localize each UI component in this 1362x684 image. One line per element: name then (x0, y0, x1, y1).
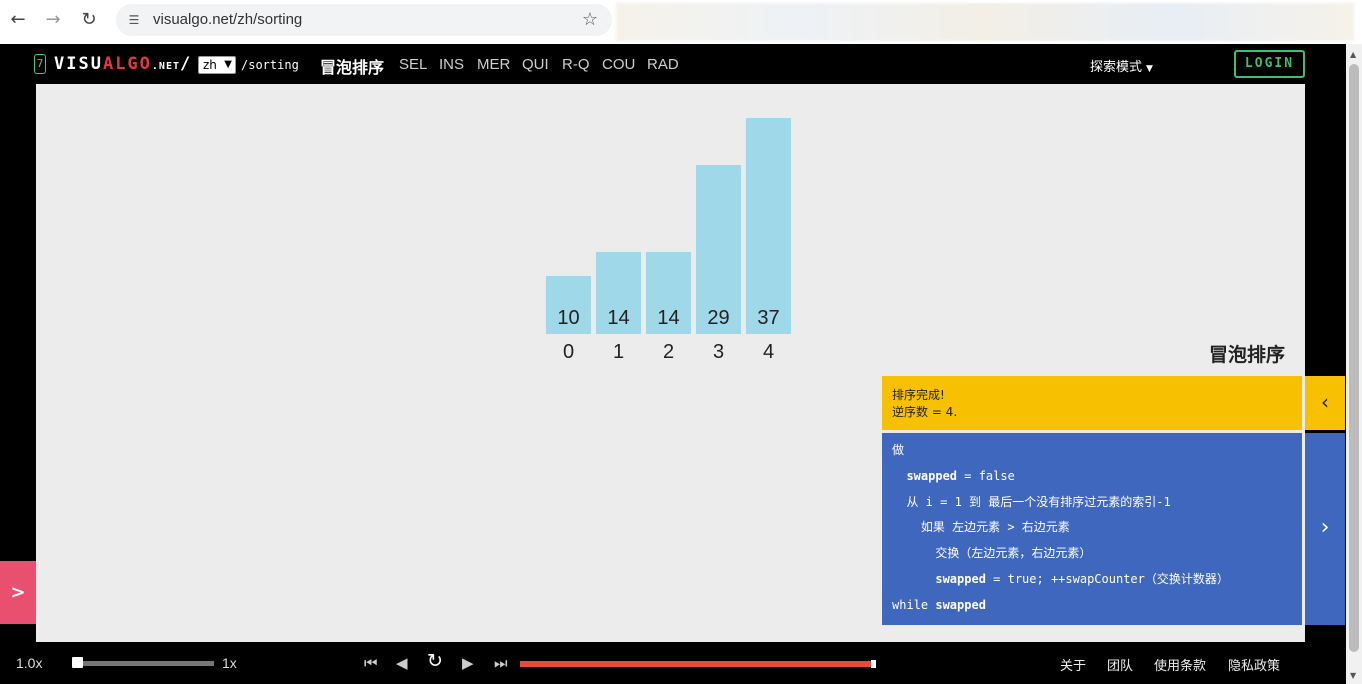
speed-value: 1.0x (16, 655, 43, 671)
page-path: /sorting (241, 58, 299, 72)
tab-qui[interactable]: QUI (522, 56, 549, 73)
scroll-down-icon[interactable]: ▼ (1350, 671, 1356, 680)
chevron-down-icon: ▼ (224, 59, 232, 70)
tab-ins[interactable]: INS (439, 56, 464, 73)
bar-value-label: 14 (607, 307, 630, 329)
logo-slash: / (180, 54, 193, 74)
star-icon[interactable]: ☆ (582, 9, 598, 30)
bar-value-label: 37 (757, 307, 780, 329)
forward-arrow-icon[interactable]: → (41, 8, 65, 32)
bar-index-label: 0 (562, 341, 575, 363)
tab-mer[interactable]: MER (477, 56, 510, 73)
progress-fill (520, 661, 876, 667)
tab-rad[interactable]: RAD (647, 56, 679, 73)
logo-algo: ALGO (102, 54, 152, 74)
scroll-thumb[interactable] (1349, 64, 1359, 652)
scroll-up-icon[interactable]: ▲ (1350, 50, 1356, 59)
step-forward-icon[interactable]: ▶ (462, 654, 474, 672)
browser-toolbar: ← → ↻ ☰ visualgo.net/zh/sorting ☆ (0, 0, 1362, 44)
tab-sel[interactable]: SEL (399, 56, 427, 73)
bar-value-label: 14 (657, 307, 680, 329)
bar-value-label: 29 (707, 307, 730, 329)
code-line: swapped = true; ++swapCounter（交换计数器） (935, 571, 1229, 586)
progress-bar[interactable] (520, 661, 876, 667)
code-line: 如果 左边元素 > 右边元素 (892, 520, 1070, 535)
speed-max-label: 1x (222, 655, 237, 671)
code-line: 做 (892, 443, 905, 457)
page-scrollbar[interactable]: ▲ ▼ (1346, 44, 1362, 684)
url-text[interactable]: visualgo.net/zh/sorting (153, 11, 302, 28)
tab-bubble-sort[interactable]: 冒泡排序 (320, 54, 384, 78)
speed-slider-handle[interactable] (72, 657, 83, 668)
bar-index-label: 2 (662, 341, 675, 363)
address-bar[interactable]: ☰ visualgo.net/zh/sorting ☆ (116, 4, 612, 36)
reload-icon[interactable]: ↻ (77, 8, 101, 32)
blurred-region (616, 3, 1354, 41)
language-value: zh (203, 58, 217, 72)
status-panel: 排序完成! 逆序数 = 4. (882, 376, 1302, 430)
tab-cou[interactable]: COU (602, 56, 635, 73)
bar-value-label: 10 (557, 307, 580, 329)
site-settings-icon[interactable]: ☰ (126, 12, 142, 28)
go-to-end-icon[interactable]: ⏭ (494, 654, 508, 672)
status-message: 排序完成! (892, 388, 945, 402)
bar-index-label: 1 (612, 341, 625, 363)
bar-index-label: 3 (712, 341, 725, 363)
chevron-left-icon[interactable]: ‹ (1305, 376, 1345, 430)
replay-icon[interactable]: ↻ (427, 652, 443, 671)
pseudocode-panel: 做 swapped = false 从 i = 1 到 最后一个没有排序过元素的… (882, 433, 1302, 625)
back-arrow-icon[interactable]: ← (6, 8, 30, 32)
mode-label: 探索模式 (1090, 60, 1143, 75)
chevron-right-icon[interactable]: › (1305, 433, 1345, 625)
algorithm-title: 冒泡排序 (1208, 344, 1285, 366)
code-line: while swapped (892, 597, 986, 612)
logo-visu: VISU (54, 54, 103, 74)
privacy-link[interactable]: 隐私政策 (1228, 655, 1280, 674)
code-line: 从 i = 1 到 最后一个没有排序过元素的索引-1 (892, 494, 1171, 509)
inversion-count: 逆序数 = 4. (892, 405, 958, 419)
speed-slider[interactable] (74, 661, 214, 666)
step-back-icon[interactable]: ◀​ (396, 654, 408, 672)
logo-net: .NET (151, 61, 180, 72)
login-button[interactable]: LOGIN (1234, 50, 1305, 78)
terms-link[interactable]: 使用条款 (1154, 655, 1206, 674)
progress-handle[interactable] (871, 660, 876, 668)
app-header: 7 VISUALGO.NET/ zh ▼ /sorting 冒泡排序 SEL IN… (0, 44, 1346, 84)
bar-index-label: 4 (762, 341, 775, 363)
playback-footer: 1.0x 1x ⏮ ◀​ ↻ ▶ ⏭ 关于 团队 使用条款 隐私政策 (0, 642, 1346, 684)
site-logo[interactable]: VISUALGO.NET/ (54, 54, 192, 74)
code-line: 交换（左边元素，右边元素） (892, 546, 1092, 561)
go-to-start-icon[interactable]: ⏮ (364, 654, 378, 672)
language-select[interactable]: zh ▼ (198, 56, 236, 74)
tab-r-q[interactable]: R-Q (562, 56, 590, 73)
logo-seven-icon[interactable]: 7 (34, 54, 46, 74)
mode-dropdown[interactable]: 探索模式 ▼ (1090, 56, 1153, 75)
about-link[interactable]: 关于 (1060, 655, 1086, 674)
code-line: swapped = false (906, 468, 1015, 483)
open-sidebar-button[interactable]: > (0, 561, 36, 624)
array-bar (746, 118, 791, 334)
team-link[interactable]: 团队 (1107, 655, 1133, 674)
caret-down-icon: ▼ (1146, 64, 1153, 74)
